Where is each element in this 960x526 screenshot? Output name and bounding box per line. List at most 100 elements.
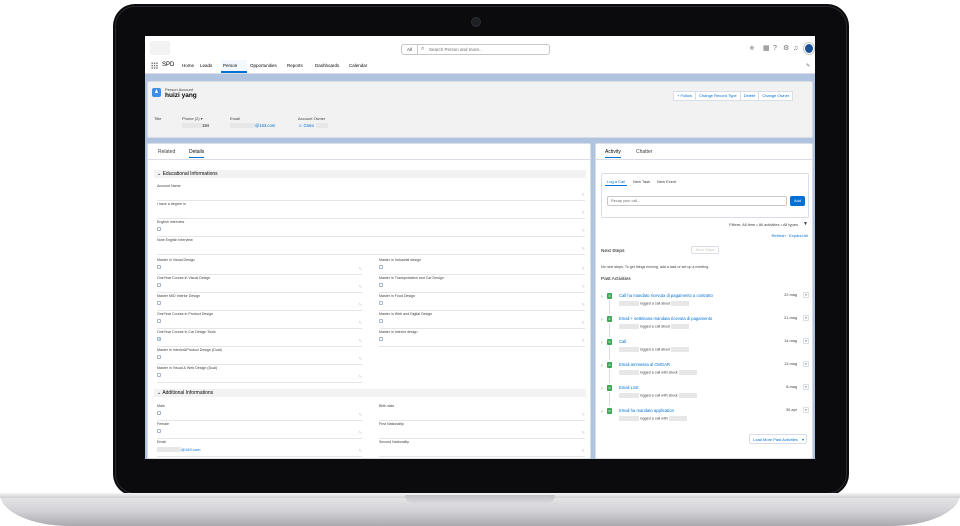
- delete-button[interactable]: Delete: [739, 91, 760, 101]
- activity-item[interactable]: › ✆ Email ammessa al CMGAR logged a call w…: [601, 361, 809, 383]
- phone-label[interactable]: Phone (2) ▾: [182, 116, 203, 121]
- chevron-right-icon[interactable]: ›: [601, 294, 603, 300]
- edit-icon[interactable]: ✎: [359, 338, 362, 343]
- nav-calendar[interactable]: Calendar: [347, 60, 369, 73]
- section-additional[interactable]: ⌄ Additional Informations: [154, 389, 586, 397]
- chevron-down-icon[interactable]: ▾: [803, 292, 809, 298]
- checkbox[interactable]: [379, 265, 383, 269]
- edit-icon[interactable]: ✎: [582, 338, 585, 343]
- section-educational[interactable]: ⌄ Educational Informations: [154, 170, 586, 178]
- activity-item[interactable]: › ✆ Email LSS logged a call with about 8-m…: [601, 384, 809, 406]
- load-more-button[interactable]: Load More Past Activities ▾: [749, 434, 807, 444]
- tab-related[interactable]: Related: [158, 149, 175, 155]
- filters-text[interactable]: Filters: All time • All activities • All…: [729, 222, 798, 227]
- tab-activity[interactable]: Activity: [605, 149, 621, 158]
- change-record-type-button[interactable]: Change Record Type: [695, 91, 741, 101]
- activity-title[interactable]: Email + settimana mandata ricevuta di pa…: [619, 316, 712, 321]
- nav-dashboards[interactable]: Dashboards: [313, 60, 341, 73]
- checkbox[interactable]: [157, 355, 161, 359]
- activity-item[interactable]: › ✆ Email + settimana mandata ricevuta di …: [601, 315, 809, 337]
- edit-icon[interactable]: ✎: [582, 284, 585, 289]
- nav-home[interactable]: Home: [180, 60, 196, 73]
- nav-opportunities[interactable]: Opportunities: [248, 60, 279, 73]
- search-scope[interactable]: All: [402, 45, 418, 54]
- checkbox[interactable]: [157, 411, 161, 415]
- edit-icon[interactable]: ✎: [359, 266, 362, 271]
- checkbox[interactable]: [157, 283, 161, 287]
- follow-button[interactable]: + Follow: [673, 91, 697, 101]
- checkbox[interactable]: [157, 429, 161, 433]
- edit-icon[interactable]: ✎: [582, 430, 585, 435]
- global-search[interactable]: All ⌕ Search Person and more...: [401, 44, 550, 55]
- edit-icon[interactable]: ✎: [582, 228, 585, 233]
- activity-item[interactable]: › ✆ Email ha mandato application logged a …: [601, 407, 809, 429]
- edit-icon[interactable]: ✎: [582, 448, 585, 453]
- edit-icon[interactable]: ✎: [359, 412, 362, 417]
- edit-icon[interactable]: ✎: [359, 430, 362, 435]
- checkbox-checked[interactable]: ✓: [157, 337, 161, 341]
- checkbox[interactable]: [157, 373, 161, 377]
- edit-icon[interactable]: ✎: [359, 356, 362, 361]
- activity-title[interactable]: Email LSS: [619, 385, 639, 390]
- edit-icon[interactable]: ✎: [582, 412, 585, 417]
- edit-icon[interactable]: ✎: [582, 320, 585, 325]
- activity-title[interactable]: Call ha mandato ricevuta di pagamento a …: [619, 293, 713, 298]
- activity-title[interactable]: Email ha mandato application: [619, 408, 674, 413]
- chevron-right-icon[interactable]: ›: [601, 317, 603, 323]
- nav-person[interactable]: Person: [221, 60, 247, 73]
- email-value[interactable]: @163.com: [255, 123, 275, 128]
- checkbox[interactable]: [379, 337, 383, 341]
- recap-input[interactable]: Recap your call...: [607, 196, 787, 206]
- checkbox[interactable]: [157, 265, 161, 269]
- filter-icon[interactable]: ▼: [803, 221, 808, 227]
- edit-icon[interactable]: ✎: [582, 246, 585, 251]
- edit-icon[interactable]: ✎: [582, 192, 585, 197]
- chevron-right-icon[interactable]: ›: [601, 340, 603, 346]
- edit-icon[interactable]: ✎: [582, 210, 585, 215]
- activity-item[interactable]: › ✆ Call logged a call about 14-mag ▾: [601, 338, 809, 360]
- app-launcher-icon[interactable]: [151, 62, 158, 69]
- chevron-down-icon[interactable]: ▾: [803, 361, 809, 367]
- activity-item[interactable]: › ✆ Call ha mandato ricevuta di pagamento …: [601, 292, 809, 314]
- help-icon[interactable]: ?: [773, 44, 777, 53]
- checkbox[interactable]: [157, 301, 161, 305]
- refresh-expand-links[interactable]: Refresh · Expand All: [772, 233, 808, 238]
- chevron-down-icon[interactable]: ▾: [803, 315, 809, 321]
- chevron-right-icon[interactable]: ›: [601, 409, 603, 415]
- waffle-icon[interactable]: ▦: [763, 44, 770, 53]
- gear-icon[interactable]: ⚙: [783, 44, 789, 53]
- nav-reports[interactable]: Reports: [285, 60, 305, 73]
- subtab-new-event[interactable]: New Event: [655, 177, 678, 186]
- edit-icon[interactable]: ✎: [359, 284, 362, 289]
- star-icon[interactable]: ✭: [749, 44, 755, 53]
- checkbox[interactable]: [379, 319, 383, 323]
- checkbox[interactable]: [379, 283, 383, 287]
- chevron-down-icon[interactable]: ▾: [803, 407, 809, 413]
- edit-icon[interactable]: ✎: [582, 266, 585, 271]
- tab-chatter[interactable]: Chatter: [636, 149, 652, 155]
- edit-icon[interactable]: ✎: [359, 374, 362, 379]
- owner-value[interactable]: Grato: [303, 123, 313, 128]
- more-steps-button[interactable]: More Steps: [691, 246, 720, 254]
- edit-icon[interactable]: ✎: [359, 302, 362, 307]
- chevron-right-icon[interactable]: ›: [601, 386, 603, 392]
- edit-icon[interactable]: ✎: [359, 320, 362, 325]
- nav-leads[interactable]: Leads: [198, 60, 214, 73]
- email-value[interactable]: @163.com: [181, 447, 200, 452]
- bell-icon[interactable]: ♫: [793, 44, 798, 53]
- tab-details[interactable]: Details: [189, 149, 205, 158]
- chevron-down-icon[interactable]: ▾: [803, 384, 809, 390]
- chevron-down-icon[interactable]: ▾: [803, 338, 809, 344]
- edit-icon[interactable]: ✎: [582, 302, 585, 307]
- activity-title[interactable]: Call: [619, 339, 626, 344]
- checkbox[interactable]: [157, 227, 161, 231]
- chevron-right-icon[interactable]: ›: [601, 363, 603, 369]
- avatar[interactable]: [804, 43, 814, 54]
- add-button[interactable]: Add: [790, 196, 805, 206]
- edit-icon[interactable]: ✎: [359, 448, 362, 453]
- subtab-new-task[interactable]: New Task: [631, 177, 652, 186]
- change-owner-button[interactable]: Change Owner: [758, 91, 794, 101]
- edit-nav-icon[interactable]: ✎: [806, 63, 810, 69]
- checkbox[interactable]: [379, 301, 383, 305]
- activity-title[interactable]: Email ammessa al CMGAR: [619, 362, 670, 367]
